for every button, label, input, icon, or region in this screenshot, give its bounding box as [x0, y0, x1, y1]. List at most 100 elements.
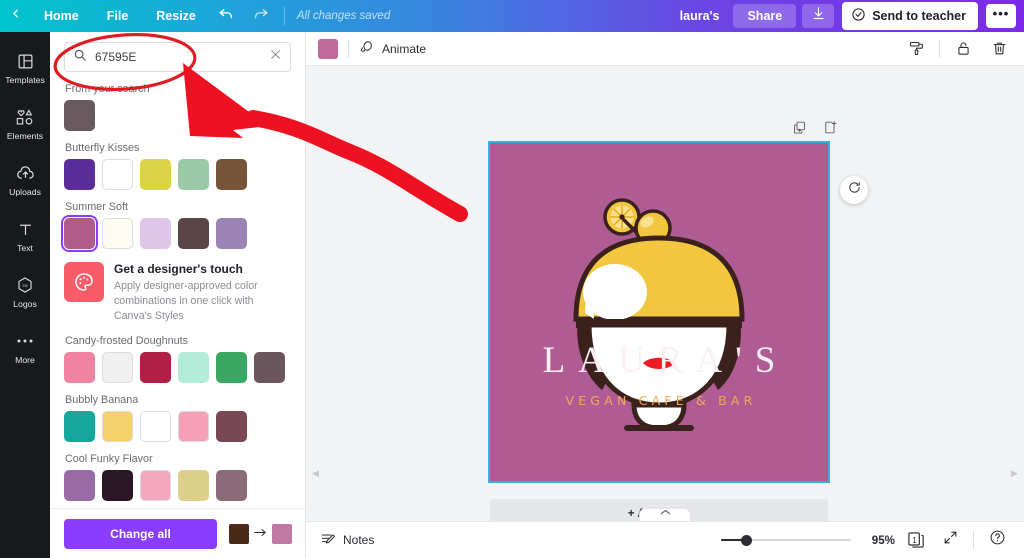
trash-icon[interactable] [986, 36, 1012, 62]
share-button[interactable]: Share [733, 4, 797, 28]
search-input[interactable] [95, 50, 261, 64]
page-count-button[interactable]: 1 [905, 530, 927, 550]
canvas-toolbar: Animate [306, 32, 1024, 66]
sidebar-item-templates[interactable]: Templates [0, 42, 50, 94]
logo-subtitle: VEGAN CAFE & BAR [565, 393, 757, 408]
sidebar-label-text: Text [17, 242, 33, 253]
sidebar-item-elements[interactable]: Elements [0, 98, 50, 150]
rotate-icon [847, 180, 862, 200]
color-swatch[interactable] [60, 214, 99, 253]
toolbar-divider [348, 39, 349, 58]
chevron-up-icon [660, 503, 671, 521]
color-swatch[interactable] [102, 218, 133, 249]
swatch-row [64, 411, 291, 443]
notes-button[interactable]: Notes [320, 531, 374, 550]
editor-area: Animate LAURA'S VEGAN CAFE & BAR + ◀ ▶ N… [306, 32, 1024, 558]
color-panel: From your search Butterfly Kisses Summer… [50, 32, 306, 558]
palette-group: Candy-frosted Doughnuts [64, 335, 291, 384]
lock-icon[interactable] [950, 36, 976, 62]
rotate-handle[interactable] [840, 176, 868, 204]
palette-title: Bubbly Banana [65, 394, 139, 407]
zoom-slider[interactable] [721, 533, 851, 547]
scroll-left-arrow[interactable]: ◀ [312, 468, 319, 479]
help-button[interactable] [984, 527, 1010, 553]
palette-list[interactable]: From your search Butterfly Kisses Summer… [50, 72, 305, 527]
color-swatch[interactable] [64, 100, 95, 131]
sidebar-item-uploads[interactable]: Uploads [0, 154, 50, 206]
color-swatch[interactable] [102, 411, 133, 443]
palette-group: Summer Soft [60, 201, 291, 253]
color-swatch[interactable] [102, 159, 133, 190]
color-swatch[interactable] [102, 352, 133, 384]
animate-icon [359, 39, 375, 58]
palette-title: Butterfly Kisses [65, 142, 140, 154]
account-name[interactable]: laura's [680, 9, 720, 23]
animate-button[interactable]: Animate [359, 39, 426, 58]
collapse-panel-tab[interactable] [639, 508, 691, 521]
top-bar: Home File Resize All changes saved laura… [0, 0, 1024, 32]
back-button[interactable] [0, 7, 30, 25]
color-swatch[interactable] [64, 352, 95, 384]
color-swatch[interactable] [64, 470, 95, 502]
redo-icon [252, 5, 269, 27]
duplicate-page-icon[interactable] [792, 120, 807, 140]
design-page[interactable]: LAURA'S VEGAN CAFE & BAR [488, 141, 830, 483]
color-swatch[interactable] [140, 470, 171, 502]
file-menu[interactable]: File [93, 0, 143, 32]
color-swatch[interactable] [64, 159, 95, 190]
send-to-teacher-button[interactable]: Send to teacher [842, 2, 978, 30]
designer-touch-promo[interactable]: Get a designer's touch Apply designer-ap… [64, 262, 291, 324]
bottom-bar: Notes 95% 1 [306, 521, 1024, 558]
templates-icon [17, 52, 34, 71]
home-button[interactable]: Home [30, 0, 93, 32]
sidebar-item-logos[interactable]: co Logos [0, 266, 50, 318]
color-swatch[interactable] [178, 159, 209, 190]
paint-roller-icon[interactable] [903, 36, 929, 62]
palette-group: From your search [64, 83, 291, 131]
color-swatch[interactable] [102, 470, 133, 502]
download-button[interactable] [802, 4, 835, 28]
color-swatch[interactable] [216, 352, 247, 384]
left-rail: Templates Elements Uploads Text co Logos… [0, 32, 50, 558]
selected-color-button[interactable] [318, 38, 338, 59]
palette-group: Bubbly Banana [64, 394, 291, 443]
elements-icon [15, 108, 35, 127]
color-swatch[interactable] [140, 218, 171, 249]
color-swatch[interactable] [140, 352, 171, 384]
notes-icon [320, 531, 336, 550]
color-swatch[interactable] [64, 411, 95, 443]
color-swatch[interactable] [216, 470, 247, 502]
color-swatch[interactable] [178, 470, 209, 502]
sidebar-item-more[interactable]: More [0, 322, 50, 374]
zoom-knob[interactable] [741, 534, 752, 546]
search-area [50, 32, 305, 72]
logo-artwork [573, 198, 745, 431]
scroll-right-arrow[interactable]: ▶ [1011, 468, 1018, 479]
toolbar-divider [283, 7, 285, 25]
sidebar-label-more: More [15, 354, 35, 365]
more-options-button[interactable]: ••• [986, 4, 1016, 28]
promo-title: Get a designer's touch [114, 262, 243, 276]
close-icon[interactable] [269, 48, 282, 66]
sidebar-label-logos: Logos [13, 298, 37, 309]
color-swatch[interactable] [140, 159, 171, 190]
color-swatch[interactable] [216, 411, 247, 443]
color-swatch[interactable] [178, 218, 209, 249]
undo-button[interactable] [210, 0, 244, 32]
change-all-button[interactable]: Change all [64, 518, 217, 549]
fullscreen-button[interactable] [937, 527, 963, 553]
color-swatch[interactable] [178, 352, 209, 384]
page-actions [792, 120, 838, 140]
color-swatch[interactable] [216, 159, 247, 190]
sidebar-item-text[interactable]: Text [0, 210, 50, 262]
color-swatch[interactable] [254, 352, 285, 384]
logos-icon: co [16, 276, 34, 295]
redo-button[interactable] [244, 0, 278, 32]
expand-icon [943, 530, 958, 550]
add-page-icon[interactable] [823, 120, 838, 140]
search-box[interactable] [64, 42, 291, 72]
color-swatch[interactable] [140, 411, 171, 443]
resize-button[interactable]: Resize [142, 0, 210, 32]
color-swatch[interactable] [216, 218, 247, 249]
color-swatch[interactable] [178, 411, 209, 443]
